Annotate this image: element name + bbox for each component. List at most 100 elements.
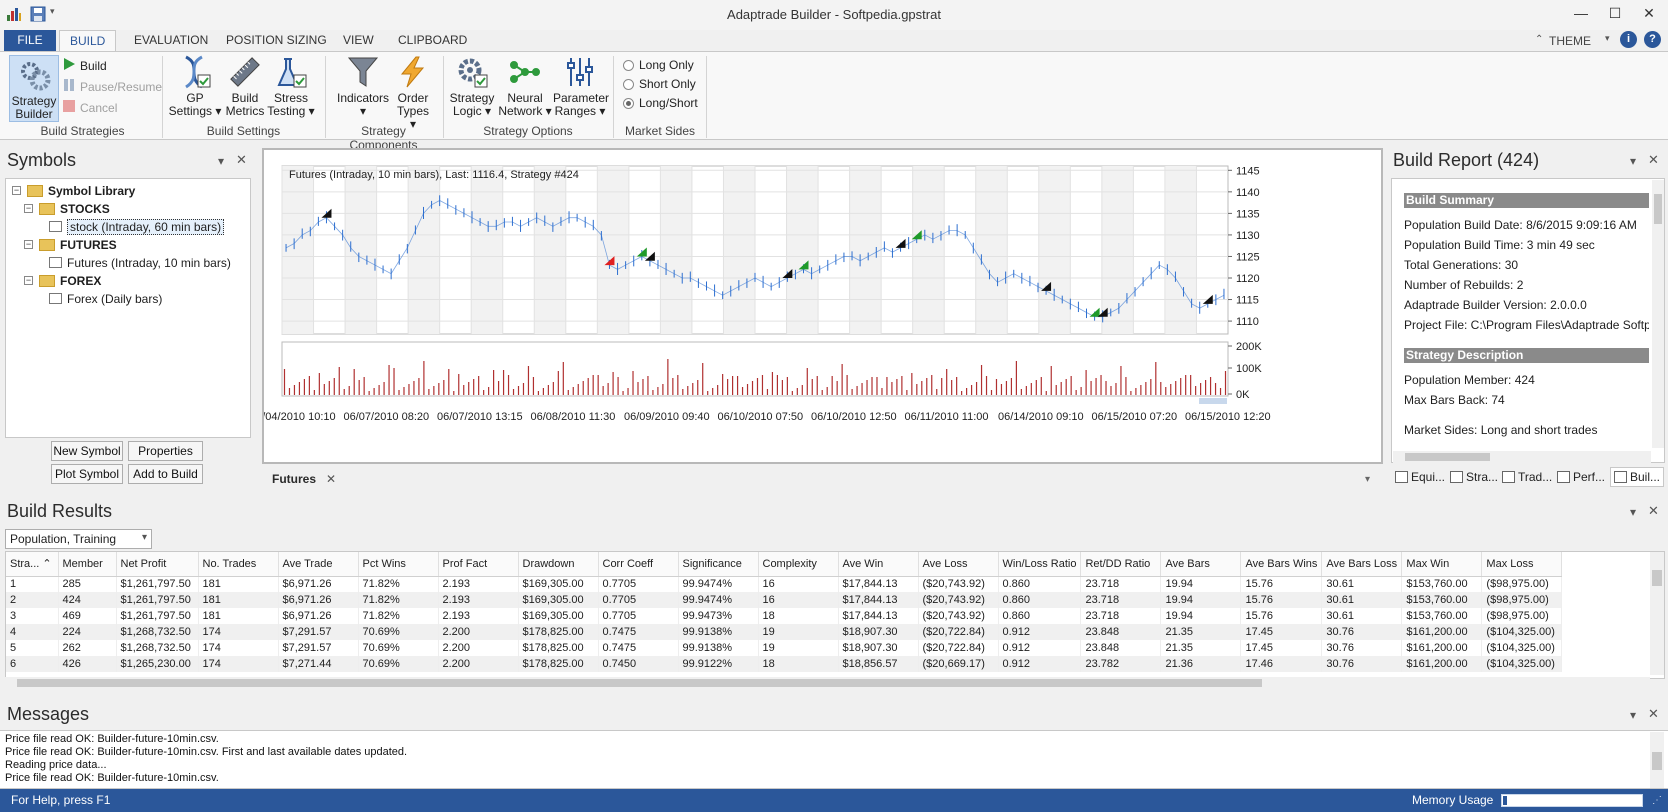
column-header[interactable]: Corr Coeff bbox=[598, 552, 679, 577]
column-header[interactable]: Stra... ⌃ bbox=[6, 552, 59, 577]
theme-dropdown-icon[interactable]: ▾ bbox=[1605, 33, 1610, 44]
maximize-button[interactable]: ☐ bbox=[1600, 5, 1630, 25]
table-row[interactable]: 1 285 $1,261,797.50 181 $6,971.26 71.82% 2.193… bbox=[6, 576, 1563, 592]
panel-close-icon[interactable]: ✕ bbox=[1648, 152, 1659, 168]
table-row[interactable]: 5 262 $1,268,732.50 174 $7,291.57 70.69% 2.200… bbox=[6, 640, 1563, 656]
cancel-button[interactable]: Cancel bbox=[63, 100, 117, 115]
report-horizontal-scrollbar[interactable] bbox=[1393, 451, 1651, 463]
tree-node-forex[interactable]: − FOREX bbox=[24, 272, 101, 289]
neural-network-button[interactable]: Neural Network ▾ bbox=[498, 55, 552, 118]
column-header[interactable]: Ave Bars bbox=[1160, 552, 1242, 577]
scroll-thumb[interactable] bbox=[17, 679, 1262, 687]
table-row[interactable]: 4 224 $1,268,732.50 174 $7,291.57 70.69% 2.200… bbox=[6, 624, 1563, 640]
close-button[interactable]: ✕ bbox=[1634, 5, 1664, 25]
theme-menu[interactable]: THEME bbox=[1549, 34, 1591, 48]
chart-tab-close-icon[interactable]: ✕ bbox=[326, 472, 336, 486]
column-header[interactable]: Drawdown bbox=[518, 552, 599, 577]
panel-close-icon[interactable]: ✕ bbox=[1648, 503, 1659, 519]
column-header[interactable]: Prof Fact bbox=[438, 552, 519, 577]
column-header[interactable]: Win/Loss Ratio bbox=[998, 552, 1082, 577]
panel-menu-icon[interactable]: ▾ bbox=[1630, 154, 1636, 168]
panel-close-icon[interactable]: ✕ bbox=[236, 152, 247, 168]
resize-grip-icon[interactable]: ⋰ bbox=[1652, 795, 1662, 806]
tree-node-symbol-library[interactable]: − Symbol Library bbox=[12, 182, 135, 199]
plot-symbol-button[interactable]: Plot Symbol bbox=[51, 464, 123, 484]
short-only-radio[interactable]: Short Only bbox=[623, 77, 696, 91]
new-symbol-button[interactable]: New Symbol bbox=[51, 441, 123, 461]
column-header[interactable]: Max Loss bbox=[1481, 552, 1563, 577]
collapse-icon[interactable]: − bbox=[12, 186, 21, 195]
tab-build[interactable]: BUILD bbox=[59, 30, 117, 52]
long-only-radio[interactable]: Long Only bbox=[623, 58, 694, 72]
column-header[interactable]: Ave Win bbox=[838, 552, 919, 577]
tree-item-futures[interactable]: Futures (Intraday, 10 min bars) bbox=[49, 254, 231, 271]
collapse-ribbon-icon[interactable]: ⌃ bbox=[1535, 34, 1543, 45]
column-header[interactable]: Ave Bars Wins bbox=[1240, 552, 1323, 577]
tree-item-forex[interactable]: Forex (Daily bars) bbox=[49, 290, 162, 307]
tree-node-stocks[interactable]: − STOCKS bbox=[24, 200, 110, 217]
collapse-icon[interactable]: − bbox=[24, 276, 33, 285]
report-tab-performance[interactable]: Perf... bbox=[1557, 467, 1605, 487]
tab-file[interactable]: FILE bbox=[4, 30, 56, 52]
messages-vertical-scrollbar[interactable] bbox=[1650, 732, 1664, 788]
column-header[interactable]: Net Profit bbox=[116, 552, 199, 577]
scroll-thumb[interactable] bbox=[1652, 570, 1662, 586]
column-header[interactable]: Ave Trade bbox=[278, 552, 359, 577]
report-tab-strategy[interactable]: Stra... bbox=[1450, 467, 1498, 487]
column-header[interactable]: Pct Wins bbox=[358, 552, 439, 577]
properties-button[interactable]: Properties bbox=[128, 441, 203, 461]
report-tab-equity[interactable]: Equi... bbox=[1395, 467, 1445, 487]
tab-view[interactable]: VIEW bbox=[333, 30, 384, 52]
chart-tab-futures[interactable]: Futures bbox=[272, 472, 316, 486]
indicators-button[interactable]: Indicators ▾ bbox=[333, 55, 393, 118]
parameter-ranges-button[interactable]: Parameter Ranges ▾ bbox=[553, 55, 609, 118]
scroll-thumb[interactable] bbox=[1405, 453, 1490, 461]
scroll-thumb[interactable] bbox=[1654, 194, 1662, 224]
order-types-button[interactable]: Order Types ▾ bbox=[393, 55, 433, 131]
tree-node-futures[interactable]: − FUTURES bbox=[24, 236, 117, 253]
column-header[interactable]: Member bbox=[58, 552, 117, 577]
column-header[interactable]: Ret/DD Ratio bbox=[1080, 552, 1162, 577]
panel-menu-icon[interactable]: ▾ bbox=[1630, 505, 1636, 519]
gp-settings-button[interactable]: GP Settings ▾ bbox=[168, 55, 222, 118]
results-horizontal-scrollbar[interactable] bbox=[5, 677, 1650, 689]
build-metrics-button[interactable]: Build Metrics bbox=[223, 55, 267, 118]
tree-item-stock[interactable]: stock (Intraday, 60 min bars) bbox=[49, 218, 225, 235]
collapse-icon[interactable]: − bbox=[24, 204, 33, 213]
scroll-thumb[interactable] bbox=[1652, 752, 1662, 770]
add-to-build-button[interactable]: Add to Build bbox=[128, 464, 203, 484]
table-row[interactable]: 6 426 $1,265,230.00 174 $7,271.44 70.69% 2.200… bbox=[6, 656, 1563, 672]
results-vertical-scrollbar[interactable] bbox=[1650, 552, 1664, 675]
panel-menu-icon[interactable]: ▾ bbox=[218, 154, 224, 168]
panel-menu-icon[interactable]: ▾ bbox=[1630, 708, 1636, 722]
tab-position-sizing[interactable]: POSITION SIZING bbox=[216, 30, 337, 52]
column-header[interactable]: Complexity bbox=[758, 552, 839, 577]
stress-testing-button[interactable]: Stress Testing ▾ bbox=[267, 55, 315, 118]
build-button[interactable]: Build bbox=[63, 58, 107, 73]
column-header[interactable]: Max Win bbox=[1401, 552, 1483, 577]
report-tab-build[interactable]: Buil... bbox=[1610, 467, 1665, 487]
strategy-logic-button[interactable]: Strategy Logic ▾ bbox=[448, 55, 496, 118]
tab-evaluation[interactable]: EVALUATION bbox=[124, 30, 218, 52]
panel-close-icon[interactable]: ✕ bbox=[1648, 706, 1659, 722]
table-row[interactable]: 3 469 $1,261,797.50 181 $6,971.26 71.82% 2.193… bbox=[6, 608, 1563, 624]
column-header[interactable]: Ave Loss bbox=[918, 552, 999, 577]
column-header[interactable]: No. Trades bbox=[198, 552, 279, 577]
column-header[interactable]: Ave Bars Loss bbox=[1321, 552, 1403, 577]
chart-tab-dropdown-icon[interactable]: ▾ bbox=[1365, 474, 1370, 485]
help-icon[interactable]: ? bbox=[1644, 31, 1661, 48]
table-row[interactable]: 2 424 $1,261,797.50 181 $6,971.26 71.82% 2.193… bbox=[6, 592, 1563, 608]
pause-resume-button[interactable]: Pause/Resume bbox=[63, 79, 162, 94]
column-header[interactable]: Significance bbox=[678, 552, 759, 577]
report-vertical-scrollbar[interactable] bbox=[1652, 180, 1664, 448]
table-cell: 2.193 bbox=[438, 608, 519, 624]
collapse-icon[interactable]: − bbox=[24, 240, 33, 249]
long-short-radio[interactable]: Long/Short bbox=[623, 96, 698, 110]
population-dropdown[interactable]: Population, Training ▾ bbox=[5, 529, 152, 549]
price-chart[interactable]: 1145 1140 1135 1130 1125 1120 1115 1110 Futures … bbox=[250, 150, 1381, 462]
minimize-button[interactable]: — bbox=[1566, 5, 1596, 25]
tab-clipboard[interactable]: CLIPBOARD bbox=[388, 30, 477, 52]
report-tab-trades[interactable]: Trad... bbox=[1502, 467, 1552, 487]
info-icon[interactable]: i bbox=[1620, 31, 1637, 48]
strategy-builder-button[interactable]: Strategy Builder bbox=[9, 55, 59, 122]
